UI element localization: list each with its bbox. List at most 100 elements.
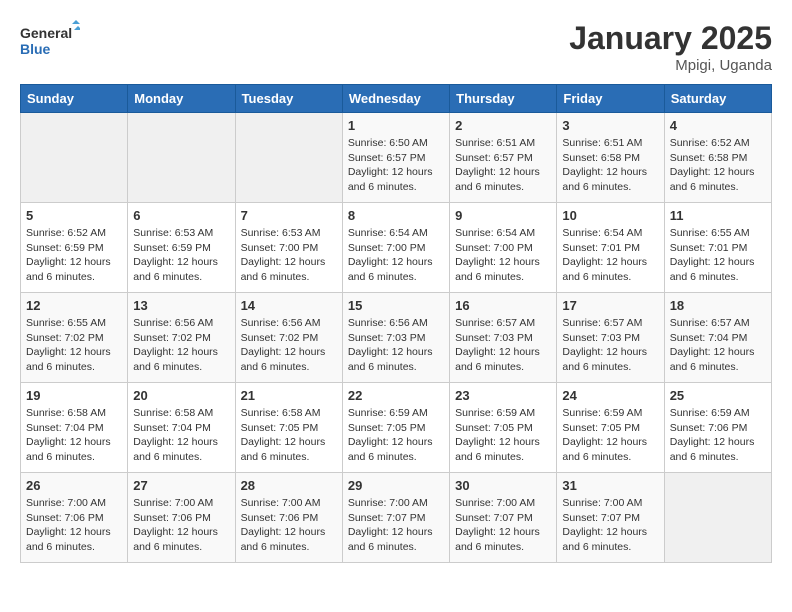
- day-info: Sunrise: 6:54 AMSunset: 7:01 PMDaylight:…: [562, 226, 658, 285]
- day-info: Sunrise: 6:53 AMSunset: 7:00 PMDaylight:…: [241, 226, 337, 285]
- day-number: 5: [26, 208, 122, 223]
- day-info: Sunrise: 6:50 AMSunset: 6:57 PMDaylight:…: [348, 136, 444, 195]
- cell-week3-day5: 17 Sunrise: 6:57 AMSunset: 7:03 PMDayligh…: [557, 293, 664, 383]
- day-number: 13: [133, 298, 229, 313]
- svg-text:Blue: Blue: [20, 41, 51, 57]
- day-number: 17: [562, 298, 658, 313]
- cell-week1-day5: 3 Sunrise: 6:51 AMSunset: 6:58 PMDaylight…: [557, 113, 664, 203]
- day-number: 6: [133, 208, 229, 223]
- calendar-subtitle: Mpigi, Uganda: [569, 57, 772, 74]
- weekday-saturday: Saturday: [664, 85, 771, 113]
- day-info: Sunrise: 6:54 AMSunset: 7:00 PMDaylight:…: [455, 226, 551, 285]
- day-number: 31: [562, 478, 658, 493]
- weekday-tuesday: Tuesday: [235, 85, 342, 113]
- cell-week4-day0: 19Sunrise: 6:58 AMSunset: 7:04 PMDayligh…: [21, 383, 128, 473]
- day-info: Sunrise: 6:57 AMSunset: 7:03 PMDaylight:…: [562, 316, 658, 375]
- day-number: 24: [562, 388, 658, 403]
- cell-week5-day4: 30Sunrise: 7:00 AMSunset: 7:07 PMDayligh…: [450, 473, 557, 563]
- day-info: Sunrise: 7:00 AMSunset: 7:06 PMDaylight:…: [133, 496, 229, 555]
- cell-week1-day4: 2Sunrise: 6:51 AMSunset: 6:57 PMDaylight…: [450, 113, 557, 203]
- day-info: Sunrise: 7:00 AMSunset: 7:07 PMDaylight:…: [455, 496, 551, 555]
- week-row-5: 26 Sunrise: 7:00 AMSunset: 7:06 PMDayligh…: [21, 473, 772, 563]
- week-row-4: 19 Sunrise: 6:58 AMSunset: 7:04 PMDayligh…: [21, 383, 772, 473]
- day-info: Sunrise: 6:56 AMSunset: 7:03 PMDaylight:…: [348, 316, 444, 375]
- cell-week5-day2: 28 Sunrise: 7:00 AMSunset: 7:06 PMDayligh…: [235, 473, 342, 563]
- day-info: Sunrise: 6:55 AMSunset: 7:01 PMDaylight:…: [670, 226, 766, 285]
- cell-week2-day2: 7 Sunrise: 6:53 AMSunset: 7:00 PMDaylight…: [235, 203, 342, 293]
- day-number: 4: [670, 118, 766, 133]
- day-number: 9: [455, 208, 551, 223]
- day-number: 19: [26, 388, 122, 403]
- cell-week1-day3: 1Sunrise: 6:50 AMSunset: 6:57 PMDaylight…: [342, 113, 449, 203]
- day-number: 7: [241, 208, 337, 223]
- cell-week4-day4: 23 Sunrise: 6:59 AMSunset: 7:05 PMDayligh…: [450, 383, 557, 473]
- cell-week1-day0: [21, 113, 128, 203]
- cell-week5-day0: 26 Sunrise: 7:00 AMSunset: 7:06 PMDayligh…: [21, 473, 128, 563]
- day-number: 18: [670, 298, 766, 313]
- calendar-table: SundayMondayTuesdayWednesdayThursdayFrid…: [20, 84, 772, 563]
- cell-week4-day6: 25 Sunrise: 6:59 AMSunset: 7:06 PMDayligh…: [664, 383, 771, 473]
- day-number: 16: [455, 298, 551, 313]
- day-info: Sunrise: 6:58 AMSunset: 7:05 PMDaylight:…: [241, 406, 337, 465]
- day-number: 23: [455, 388, 551, 403]
- calendar-title: January 2025: [569, 20, 772, 57]
- page-header: General Blue January 2025 Mpigi, Uganda: [20, 20, 772, 74]
- cell-week4-day1: 20 Sunrise: 6:58 AMSunset: 7:04 PMDayligh…: [128, 383, 235, 473]
- day-info: Sunrise: 6:52 AMSunset: 6:58 PMDaylight:…: [670, 136, 766, 195]
- day-number: 15: [348, 298, 444, 313]
- cell-week3-day1: 13 Sunrise: 6:56 AMSunset: 7:02 PMDayligh…: [128, 293, 235, 383]
- day-number: 3: [562, 118, 658, 133]
- day-number: 14: [241, 298, 337, 313]
- cell-week3-day2: 14 Sunrise: 6:56 AMSunset: 7:02 PMDayligh…: [235, 293, 342, 383]
- title-block: January 2025 Mpigi, Uganda: [569, 20, 772, 74]
- cell-week2-day3: 8 Sunrise: 6:54 AMSunset: 7:00 PMDaylight…: [342, 203, 449, 293]
- day-info: Sunrise: 6:54 AMSunset: 7:00 PMDaylight:…: [348, 226, 444, 285]
- cell-week4-day3: 22 Sunrise: 6:59 AMSunset: 7:05 PMDayligh…: [342, 383, 449, 473]
- weekday-wednesday: Wednesday: [342, 85, 449, 113]
- cell-week2-day5: 10 Sunrise: 6:54 AMSunset: 7:01 PMDayligh…: [557, 203, 664, 293]
- day-number: 2: [455, 118, 551, 133]
- day-number: 10: [562, 208, 658, 223]
- day-number: 28: [241, 478, 337, 493]
- day-number: 29: [348, 478, 444, 493]
- cell-week4-day5: 24Sunrise: 6:59 AMSunset: 7:05 PMDayligh…: [557, 383, 664, 473]
- week-row-2: 5Sunrise: 6:52 AMSunset: 6:59 PMDaylight…: [21, 203, 772, 293]
- cell-week3-day3: 15 Sunrise: 6:56 AMSunset: 7:03 PMDayligh…: [342, 293, 449, 383]
- weekday-friday: Friday: [557, 85, 664, 113]
- day-number: 8: [348, 208, 444, 223]
- logo: General Blue: [20, 20, 80, 60]
- day-info: Sunrise: 6:56 AMSunset: 7:02 PMDaylight:…: [133, 316, 229, 375]
- day-info: Sunrise: 7:00 AMSunset: 7:06 PMDaylight:…: [241, 496, 337, 555]
- day-info: Sunrise: 7:00 AMSunset: 7:06 PMDaylight:…: [26, 496, 122, 555]
- weekday-sunday: Sunday: [21, 85, 128, 113]
- day-info: Sunrise: 6:51 AMSunset: 6:58 PMDaylight:…: [562, 136, 658, 195]
- day-info: Sunrise: 6:58 AMSunset: 7:04 PMDaylight:…: [133, 406, 229, 465]
- day-info: Sunrise: 6:59 AMSunset: 7:05 PMDaylight:…: [348, 406, 444, 465]
- day-number: 21: [241, 388, 337, 403]
- cell-week3-day0: 12Sunrise: 6:55 AMSunset: 7:02 PMDayligh…: [21, 293, 128, 383]
- day-info: Sunrise: 7:00 AMSunset: 7:07 PMDaylight:…: [348, 496, 444, 555]
- day-info: Sunrise: 6:57 AMSunset: 7:03 PMDaylight:…: [455, 316, 551, 375]
- day-number: 20: [133, 388, 229, 403]
- cell-week3-day6: 18 Sunrise: 6:57 AMSunset: 7:04 PMDayligh…: [664, 293, 771, 383]
- day-info: Sunrise: 6:59 AMSunset: 7:05 PMDaylight:…: [455, 406, 551, 465]
- cell-week5-day5: 31 Sunrise: 7:00 AMSunset: 7:07 PMDayligh…: [557, 473, 664, 563]
- day-info: Sunrise: 7:00 AMSunset: 7:07 PMDaylight:…: [562, 496, 658, 555]
- day-number: 27: [133, 478, 229, 493]
- week-row-3: 12Sunrise: 6:55 AMSunset: 7:02 PMDayligh…: [21, 293, 772, 383]
- day-number: 26: [26, 478, 122, 493]
- day-info: Sunrise: 6:56 AMSunset: 7:02 PMDaylight:…: [241, 316, 337, 375]
- cell-week2-day1: 6Sunrise: 6:53 AMSunset: 6:59 PMDaylight…: [128, 203, 235, 293]
- day-info: Sunrise: 6:59 AMSunset: 7:06 PMDaylight:…: [670, 406, 766, 465]
- svg-text:General: General: [20, 25, 72, 41]
- day-info: Sunrise: 6:55 AMSunset: 7:02 PMDaylight:…: [26, 316, 122, 375]
- day-number: 25: [670, 388, 766, 403]
- day-number: 22: [348, 388, 444, 403]
- cell-week4-day2: 21 Sunrise: 6:58 AMSunset: 7:05 PMDayligh…: [235, 383, 342, 473]
- cell-week2-day6: 11Sunrise: 6:55 AMSunset: 7:01 PMDayligh…: [664, 203, 771, 293]
- cell-week5-day3: 29 Sunrise: 7:00 AMSunset: 7:07 PMDayligh…: [342, 473, 449, 563]
- weekday-monday: Monday: [128, 85, 235, 113]
- day-info: Sunrise: 6:57 AMSunset: 7:04 PMDaylight:…: [670, 316, 766, 375]
- cell-week1-day1: [128, 113, 235, 203]
- weekday-thursday: Thursday: [450, 85, 557, 113]
